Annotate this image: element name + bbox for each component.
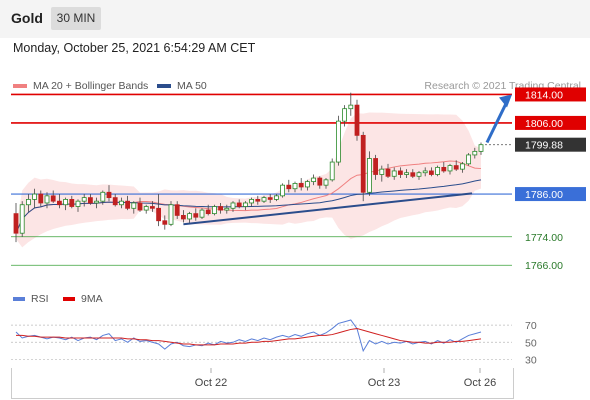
candle-body bbox=[174, 204, 180, 216]
candle-body bbox=[466, 154, 472, 165]
support-label: 1766.00 bbox=[525, 260, 563, 272]
rsi-line bbox=[15, 319, 482, 353]
candle-body bbox=[335, 120, 341, 163]
candle-body bbox=[81, 197, 87, 202]
last-price-label: 1799.88 bbox=[525, 140, 563, 152]
candle-body bbox=[366, 158, 372, 193]
bollinger-bands bbox=[16, 112, 481, 248]
pivot-label: 1786.00 bbox=[525, 189, 563, 201]
candle-body bbox=[168, 204, 174, 225]
candle-body bbox=[379, 168, 385, 175]
candle-body bbox=[261, 197, 267, 202]
x-tick-label: Oct 22 bbox=[195, 377, 227, 389]
candle-body bbox=[422, 170, 428, 174]
candle-body bbox=[106, 191, 112, 199]
rsi-tick-label: 30 bbox=[525, 354, 537, 366]
candle-body bbox=[88, 197, 93, 204]
candle-body bbox=[32, 193, 37, 200]
candle-body bbox=[199, 209, 205, 218]
candle-body bbox=[69, 199, 75, 207]
candle-body bbox=[236, 202, 242, 207]
candle-body bbox=[354, 104, 360, 136]
candle-body bbox=[180, 215, 186, 220]
price-chart[interactable]: 1814.00 1806.00 1799.88 1786.00 1774.00 1766.… bbox=[0, 0, 590, 400]
resistance-label: 1806.00 bbox=[525, 118, 563, 130]
rsi-panel: 70 50 30 bbox=[11, 319, 537, 366]
candle-body bbox=[255, 199, 261, 202]
candle-body bbox=[416, 172, 422, 177]
level-labels: 1814.00 1806.00 1799.88 1786.00 1774.00 1766.… bbox=[515, 87, 586, 272]
candle-body bbox=[75, 200, 81, 207]
candle-body bbox=[242, 202, 248, 207]
candle-body bbox=[298, 182, 304, 188]
candle-body bbox=[25, 199, 31, 206]
candle-body bbox=[329, 161, 335, 181]
candle-body bbox=[143, 206, 149, 211]
candle-body bbox=[193, 213, 199, 218]
candle-body bbox=[57, 200, 62, 206]
candle-body bbox=[373, 158, 379, 175]
candle-body bbox=[478, 144, 484, 152]
candle-body bbox=[472, 150, 478, 156]
candle-body bbox=[112, 197, 118, 206]
candle-body bbox=[397, 170, 403, 175]
candle-body bbox=[323, 179, 329, 186]
candle-body bbox=[19, 204, 25, 234]
candle-body bbox=[348, 104, 354, 110]
candle-body bbox=[249, 199, 255, 204]
rsi-tick-label: 70 bbox=[525, 320, 537, 332]
candle-body bbox=[125, 200, 130, 209]
x-tick-label: Oct 23 bbox=[368, 377, 400, 389]
candle-body bbox=[385, 168, 391, 177]
candle-body bbox=[286, 184, 292, 190]
candle-body bbox=[187, 213, 193, 220]
candle-body bbox=[224, 207, 230, 211]
candle-body bbox=[342, 108, 348, 122]
rsi-ma-line bbox=[16, 328, 482, 346]
candle-body bbox=[273, 195, 279, 200]
candle-body bbox=[292, 182, 298, 190]
candle-body bbox=[149, 206, 155, 209]
candle-body bbox=[38, 193, 44, 204]
candle-body bbox=[230, 202, 236, 209]
candle-body bbox=[267, 197, 273, 200]
candle-body bbox=[94, 200, 99, 204]
candle-body bbox=[205, 209, 211, 215]
candle-body bbox=[459, 163, 465, 170]
candle-body bbox=[50, 195, 56, 202]
candle-body bbox=[447, 165, 453, 172]
candle-body bbox=[156, 207, 162, 222]
candle-body bbox=[131, 202, 137, 209]
resistance-label: 1814.00 bbox=[525, 89, 563, 101]
candle-body bbox=[410, 172, 416, 177]
candle-body bbox=[311, 177, 317, 183]
candle-body bbox=[137, 202, 143, 211]
candle-body bbox=[391, 170, 397, 177]
time-axis: Oct 22 Oct 23 Oct 26 bbox=[195, 368, 496, 389]
candle-body bbox=[441, 166, 447, 172]
candle-body bbox=[44, 195, 50, 204]
candle-body bbox=[162, 220, 168, 225]
candle-body bbox=[218, 206, 224, 211]
candle-body bbox=[304, 181, 310, 188]
candle-body bbox=[63, 199, 68, 206]
candle-body bbox=[360, 134, 366, 193]
candle-body bbox=[404, 172, 410, 175]
bollinger-band-fill bbox=[16, 112, 481, 248]
candle-body bbox=[13, 213, 19, 234]
candle-body bbox=[211, 206, 217, 215]
projection-arrow-head bbox=[499, 94, 512, 108]
candle-body bbox=[453, 165, 459, 170]
candle-body bbox=[119, 200, 124, 206]
projection-arrow-shaft bbox=[485, 98, 510, 144]
candle-body bbox=[428, 170, 434, 175]
x-tick-label: Oct 26 bbox=[464, 377, 496, 389]
candle-body bbox=[435, 166, 441, 175]
rsi-tick-label: 50 bbox=[525, 337, 537, 349]
candle-body bbox=[280, 184, 286, 197]
candle-body bbox=[317, 177, 323, 186]
candle-body bbox=[100, 191, 106, 202]
support-label: 1774.00 bbox=[525, 232, 563, 244]
